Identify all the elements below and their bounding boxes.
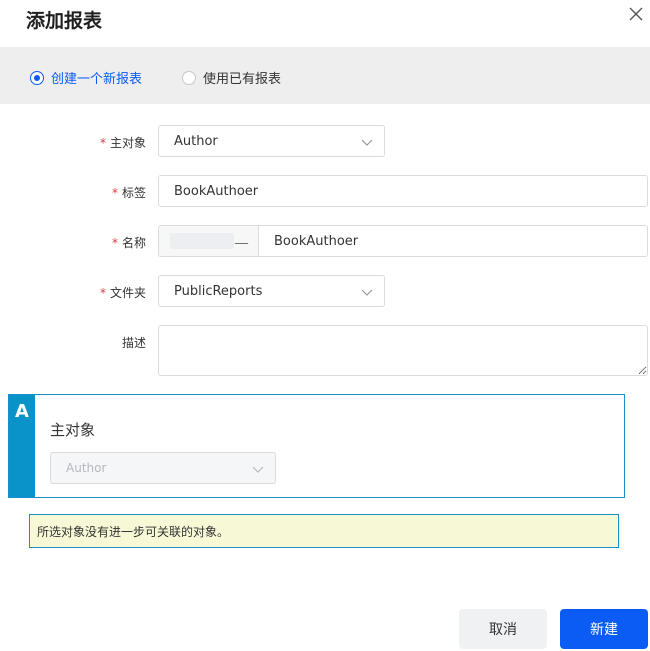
required-mark: *: [99, 136, 106, 150]
radio-use-existing-report[interactable]: 使用已有报表: [182, 68, 281, 87]
primary-object-panel: A 主对象 Author: [8, 394, 625, 498]
folder-value: PublicReports: [174, 283, 263, 299]
primary-object-value: Author: [174, 133, 218, 149]
tag-label: * 标签: [111, 186, 146, 200]
no-related-objects-note: 所选对象没有进一步可关联的对象。: [29, 514, 619, 548]
panel-title: 主对象: [50, 421, 96, 439]
panel-object-select[interactable]: Author: [50, 452, 276, 484]
close-icon[interactable]: [626, 4, 646, 24]
description-textarea[interactable]: [158, 325, 648, 376]
prefix-separator: __: [235, 230, 248, 245]
name-label: * 名称: [111, 236, 146, 250]
chevron-down-icon: [252, 463, 264, 475]
chevron-down-icon: [361, 136, 373, 148]
dialog-title: 添加报表: [26, 10, 103, 32]
prefix-redacted: [170, 233, 234, 249]
chevron-down-icon: [361, 286, 373, 298]
panel-select-value: Author: [66, 461, 107, 475]
name-value: BookAuthoer: [274, 233, 359, 249]
required-mark: *: [111, 236, 118, 250]
radio-create-new-report[interactable]: 创建一个新报表: [30, 68, 142, 87]
panel-tab-letter: A: [9, 395, 35, 497]
primary-object-select[interactable]: Author: [158, 125, 385, 157]
primary-object-label: * 主对象: [99, 136, 146, 150]
folder-select[interactable]: PublicReports: [158, 275, 385, 307]
radio-label: 创建一个新报表: [51, 72, 143, 87]
report-mode-bar: 创建一个新报表 使用已有报表: [0, 47, 650, 104]
description-label: 描述: [121, 336, 146, 350]
name-input[interactable]: BookAuthoer: [258, 225, 648, 257]
note-text: 所选对象没有进一步可关联的对象。: [37, 524, 230, 539]
name-prefix: __: [158, 225, 259, 257]
tag-input[interactable]: BookAuthoer: [158, 175, 648, 207]
radio-checked-icon: [30, 70, 44, 85]
create-button[interactable]: 新建: [560, 609, 648, 649]
required-mark: *: [111, 186, 118, 200]
cancel-button[interactable]: 取消: [459, 609, 547, 649]
folder-label: * 文件夹: [99, 286, 146, 300]
required-mark: *: [99, 286, 106, 300]
radio-label: 使用已有报表: [203, 72, 282, 87]
tag-value: BookAuthoer: [174, 183, 259, 199]
radio-unchecked-icon: [182, 70, 196, 85]
